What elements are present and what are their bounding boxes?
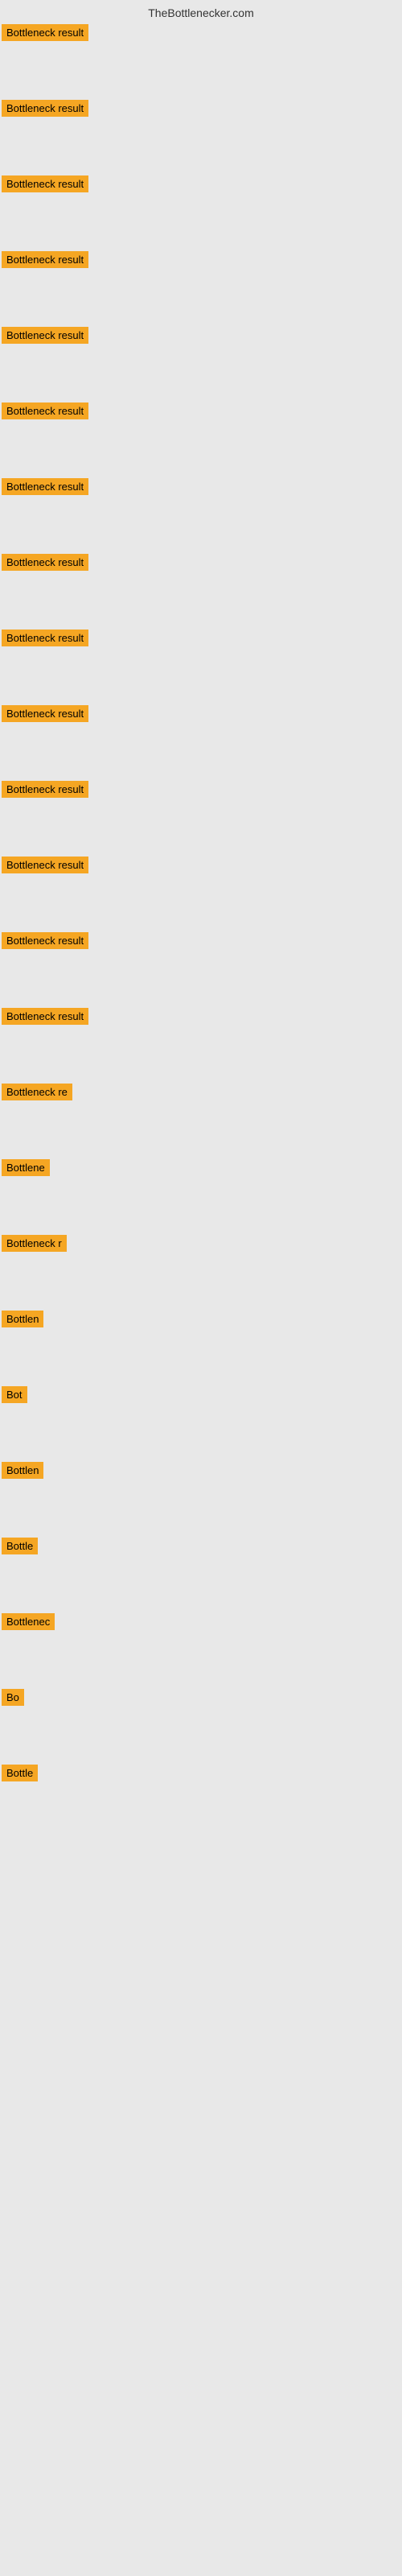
list-item: Bottleneck result bbox=[0, 174, 402, 198]
list-item: Bottlen bbox=[0, 1460, 402, 1484]
list-item: Bottleneck result bbox=[0, 779, 402, 803]
list-item: Bottleneck result bbox=[0, 1006, 402, 1030]
list-item: Bot bbox=[0, 1385, 402, 1409]
bottleneck-badge[interactable]: Bottleneck r bbox=[2, 1235, 67, 1252]
list-item: Bo bbox=[0, 1687, 402, 1711]
list-item: Bottleneck result bbox=[0, 325, 402, 349]
bottleneck-badge[interactable]: Bottleneck re bbox=[2, 1084, 72, 1100]
list-item: Bottleneck result bbox=[0, 628, 402, 652]
items-container: Bottleneck result Bottleneck result Bottle… bbox=[0, 23, 402, 1839]
page-wrapper: TheBottlenecker.com Bottleneck resultBot… bbox=[0, 0, 402, 2576]
list-item: Bottleneck result bbox=[0, 931, 402, 955]
bottleneck-badge[interactable]: Bottlen bbox=[2, 1311, 43, 1327]
bottleneck-badge[interactable]: Bottleneck result bbox=[2, 100, 88, 117]
list-item: Bottleneck result bbox=[0, 250, 402, 274]
list-item: Bottleneck result bbox=[0, 23, 402, 47]
list-item: Bottleneck result bbox=[0, 855, 402, 879]
bottleneck-badge[interactable]: Bottleneck result bbox=[2, 402, 88, 419]
bottleneck-badge[interactable]: Bottleneck result bbox=[2, 781, 88, 798]
bottleneck-badge[interactable]: Bottle bbox=[2, 1538, 38, 1554]
bottleneck-badge[interactable]: Bottle bbox=[2, 1765, 38, 1781]
list-item: Bottleneck re bbox=[0, 1082, 402, 1106]
bottleneck-badge[interactable]: Bottleneck result bbox=[2, 175, 88, 192]
list-item: Bottlenec bbox=[0, 1612, 402, 1636]
list-item: Bottlene bbox=[0, 1158, 402, 1182]
list-item: Bottleneck r bbox=[0, 1233, 402, 1257]
bottleneck-badge[interactable]: Bottleneck result bbox=[2, 857, 88, 873]
bottleneck-badge[interactable]: Bottleneck result bbox=[2, 705, 88, 722]
bottleneck-badge[interactable]: Bot bbox=[2, 1386, 27, 1403]
list-item: Bottleneck result bbox=[0, 401, 402, 425]
bottleneck-badge[interactable]: Bottlenec bbox=[2, 1613, 55, 1630]
list-item: Bottleneck result bbox=[0, 552, 402, 576]
site-title: TheBottlenecker.com bbox=[0, 0, 402, 23]
bottleneck-badge[interactable]: Bottleneck result bbox=[2, 1008, 88, 1025]
bottleneck-badge[interactable]: Bottleneck result bbox=[2, 478, 88, 495]
list-item: Bottle bbox=[0, 1536, 402, 1560]
list-item: Bottleneck result bbox=[0, 704, 402, 728]
bottleneck-badge[interactable]: Bottleneck result bbox=[2, 554, 88, 571]
bottleneck-badge[interactable]: Bottleneck result bbox=[2, 24, 88, 41]
list-item: Bottlen bbox=[0, 1309, 402, 1333]
bottleneck-badge[interactable]: Bo bbox=[2, 1689, 24, 1706]
bottleneck-badge[interactable]: Bottleneck result bbox=[2, 630, 88, 646]
bottleneck-badge[interactable]: Bottleneck result bbox=[2, 327, 88, 344]
list-item: Bottleneck result bbox=[0, 98, 402, 122]
list-item: Bottle bbox=[0, 1763, 402, 1787]
bottleneck-badge[interactable]: Bottlene bbox=[2, 1159, 50, 1176]
list-item: Bottleneck result bbox=[0, 477, 402, 501]
bottleneck-badge[interactable]: Bottleneck result bbox=[2, 932, 88, 949]
bottleneck-badge[interactable]: Bottlen bbox=[2, 1462, 43, 1479]
bottleneck-badge[interactable]: Bottleneck result bbox=[2, 251, 88, 268]
